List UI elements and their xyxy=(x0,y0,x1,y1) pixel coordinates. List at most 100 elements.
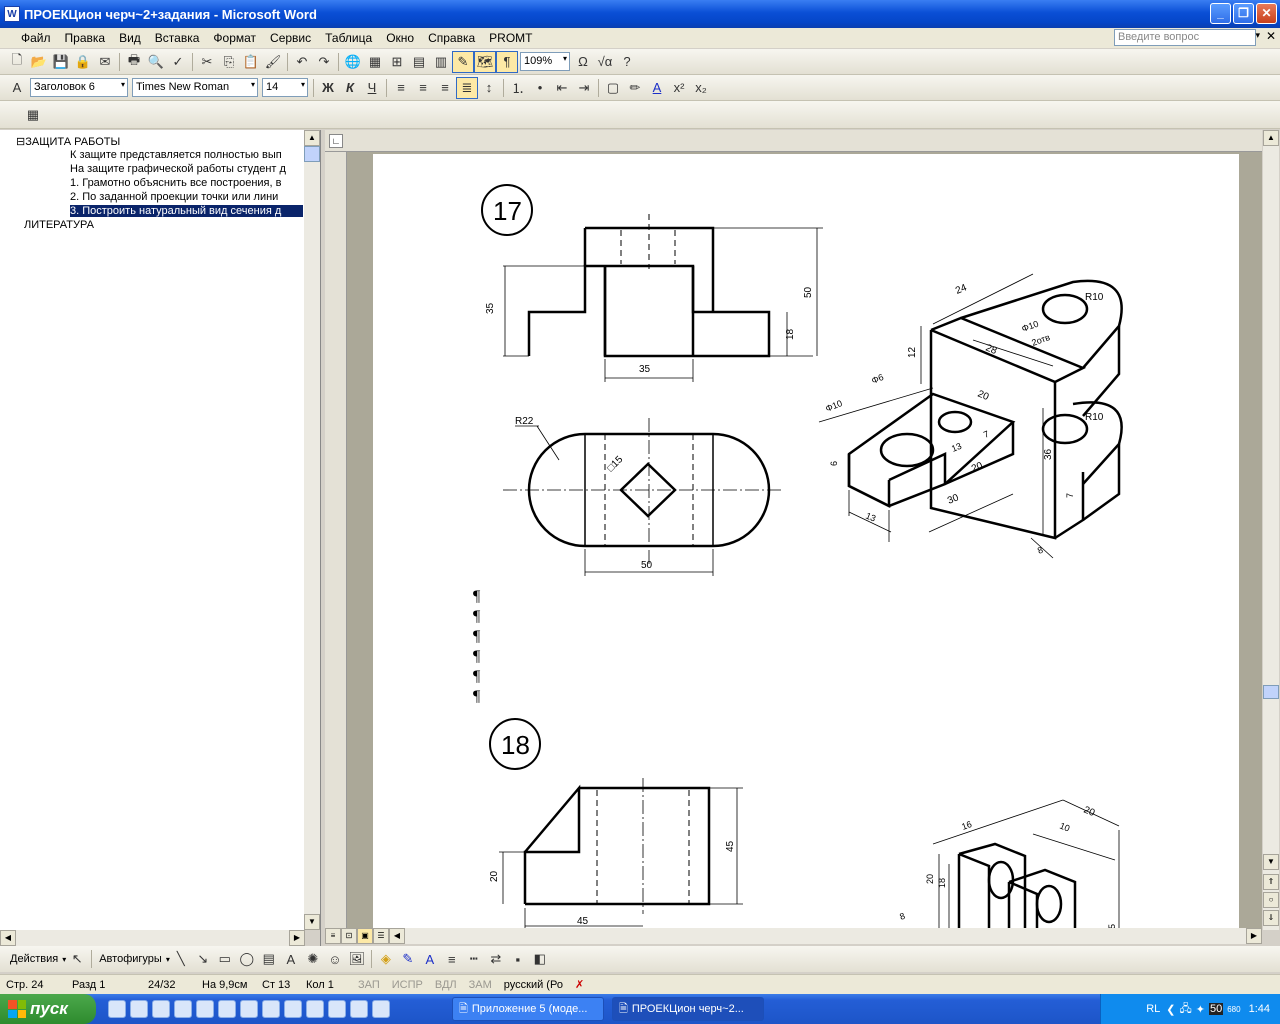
print-icon[interactable]: 🖶 xyxy=(123,51,145,73)
borders-icon[interactable]: ▢ xyxy=(602,77,624,99)
redo-icon[interactable]: ↷ xyxy=(313,51,335,73)
quicklaunch-app-icon[interactable] xyxy=(262,1000,280,1018)
equation-icon[interactable]: √α xyxy=(594,51,616,73)
decrease-indent-icon[interactable]: ⇤ xyxy=(551,77,573,99)
internet-explorer-icon[interactable] xyxy=(196,1000,214,1018)
columns-icon[interactable]: ▥ xyxy=(430,51,452,73)
tray-tool-icon[interactable]: ✦ xyxy=(1196,1003,1205,1016)
hyperlink-icon[interactable]: 🌐 xyxy=(342,51,364,73)
textbox-icon[interactable]: ▤ xyxy=(258,948,280,970)
subscript-icon[interactable]: x₂ xyxy=(690,77,712,99)
web-view-icon[interactable]: ⊡ xyxy=(341,928,357,944)
docmap-item[interactable]: К защите представляется полностью вып xyxy=(70,149,303,161)
paragraph-mark[interactable]: ¶ xyxy=(473,628,480,646)
undo-icon[interactable]: ↶ xyxy=(291,51,313,73)
docmap-horizontal-scrollbar[interactable]: ◀ ▶ xyxy=(0,930,305,946)
bullets-icon[interactable]: • xyxy=(529,77,551,99)
menu-view[interactable]: Вид xyxy=(112,31,148,45)
quicklaunch-app-icon[interactable] xyxy=(240,1000,258,1018)
new-document-icon[interactable]: 🗋 xyxy=(6,51,28,73)
quicklaunch-app-icon[interactable] xyxy=(152,1000,170,1018)
insert-table-icon[interactable]: ⊞ xyxy=(386,51,408,73)
paragraph-mark[interactable]: ¶ xyxy=(473,648,480,666)
omega-symbol-icon[interactable]: Ω xyxy=(572,51,594,73)
maximize-button[interactable]: ❐ xyxy=(1233,3,1254,24)
shadow-icon[interactable]: ▪ xyxy=(507,948,529,970)
paragraph-mark[interactable]: ¶ xyxy=(473,668,480,686)
tab-stop-selector-icon[interactable]: ∟ xyxy=(329,134,343,148)
3d-icon[interactable]: ◧ xyxy=(529,948,551,970)
styles-formatting-icon[interactable]: A xyxy=(6,77,28,99)
increase-indent-icon[interactable]: ⇥ xyxy=(573,77,595,99)
paragraph-mark[interactable]: ¶ xyxy=(473,608,480,626)
align-center-icon[interactable]: ≡ xyxy=(412,77,434,99)
superscript-icon[interactable]: x² xyxy=(668,77,690,99)
start-button[interactable]: пуск xyxy=(0,994,96,1024)
scroll-right-icon[interactable]: ▶ xyxy=(289,930,305,946)
menu-insert[interactable]: Вставка xyxy=(148,31,207,45)
document-page[interactable]: 17 35 50 18 35 R22 □15 50 24 12 28 R10 Φ… xyxy=(373,154,1239,934)
line-color-icon[interactable]: ✎ xyxy=(397,948,419,970)
font-color-icon[interactable]: A xyxy=(646,77,668,99)
normal-view-icon[interactable]: ≡ xyxy=(325,928,341,944)
tray-mini-counter[interactable]: 680 xyxy=(1227,1005,1240,1014)
next-page-icon[interactable]: ⇓ xyxy=(1263,910,1279,926)
paragraph-mark[interactable]: ¶ xyxy=(473,688,480,706)
autoshapes-menu[interactable]: Автофигуры xyxy=(95,953,166,965)
select-objects-icon[interactable]: ↖ xyxy=(66,948,88,970)
menu-format[interactable]: Формат xyxy=(206,31,263,45)
rectangle-icon[interactable]: ▭ xyxy=(214,948,236,970)
clock[interactable]: 1:44 xyxy=(1249,1003,1270,1015)
quicklaunch-app-icon[interactable] xyxy=(306,1000,324,1018)
spelling-status-icon[interactable]: ✗ xyxy=(569,978,590,991)
open-folder-icon[interactable]: 📂 xyxy=(28,51,50,73)
arrow-style-icon[interactable]: ⇄ xyxy=(485,948,507,970)
tray-expand-icon[interactable]: ❮ xyxy=(1166,1003,1175,1016)
browse-object-icon[interactable]: ○ xyxy=(1263,892,1279,908)
font-select[interactable]: Times New Roman ▾ xyxy=(132,78,258,97)
permission-icon[interactable]: 🔒 xyxy=(72,51,94,73)
quicklaunch-app-icon[interactable] xyxy=(130,1000,148,1018)
line-style-icon[interactable]: ≡ xyxy=(441,948,463,970)
menu-window[interactable]: Окно xyxy=(379,31,421,45)
tray-language[interactable]: RL xyxy=(1146,1003,1160,1015)
minimize-button[interactable]: _ xyxy=(1210,3,1231,24)
menu-table[interactable]: Таблица xyxy=(318,31,379,45)
horizontal-ruler[interactable]: ∟ xyxy=(325,130,1262,152)
status-language[interactable]: русский (Ро xyxy=(498,979,569,991)
docmap-item[interactable]: 2. По заданной проекции точки или лини xyxy=(70,191,303,203)
dash-style-icon[interactable]: ┅ xyxy=(463,948,485,970)
text-color-icon[interactable]: A xyxy=(419,948,441,970)
save-icon[interactable]: 💾 xyxy=(50,51,72,73)
word-quicklaunch-icon[interactable] xyxy=(284,1000,302,1018)
previous-page-icon[interactable]: ⇑ xyxy=(1263,874,1279,890)
diagram-icon[interactable]: ✺ xyxy=(302,948,324,970)
docmap-item-selected[interactable]: 3. Построить натуральный вид сечения д xyxy=(70,205,303,217)
menu-edit[interactable]: Правка xyxy=(58,31,113,45)
bold-button[interactable]: Ж xyxy=(317,77,339,99)
email-icon[interactable]: ✉ xyxy=(94,51,116,73)
taskbar-item-appendix[interactable]: 🗎 Приложение 5 (моде... xyxy=(452,997,604,1021)
chart-icon[interactable]: ▦ xyxy=(22,104,44,126)
scroll-down-icon[interactable]: ▼ xyxy=(304,914,320,930)
docmap-vertical-scrollbar[interactable]: ▲ ▼ xyxy=(304,130,320,930)
ask-question-input[interactable]: Введите вопрос xyxy=(1114,29,1256,46)
paragraph-mark[interactable]: ¶ xyxy=(473,588,480,606)
scroll-down-icon[interactable]: ▼ xyxy=(1263,854,1279,870)
quicklaunch-app-icon[interactable] xyxy=(372,1000,390,1018)
picture-icon[interactable]: 🖼 xyxy=(346,948,368,970)
status-trk[interactable]: ИСПР xyxy=(386,979,429,991)
status-ovr[interactable]: ЗАМ xyxy=(463,979,498,991)
print-layout-view-icon[interactable]: ▣ xyxy=(357,928,373,944)
menu-promt[interactable]: PROMT xyxy=(482,31,539,45)
zoom-select[interactable]: 109% ▾ xyxy=(520,52,570,71)
quicklaunch-app-icon[interactable] xyxy=(218,1000,236,1018)
align-right-icon[interactable]: ≡ xyxy=(434,77,456,99)
tray-counter[interactable]: 50 xyxy=(1208,1003,1224,1015)
paste-icon[interactable]: 📋 xyxy=(240,51,262,73)
scroll-right-icon[interactable]: ▶ xyxy=(1246,928,1262,944)
format-painter-icon[interactable]: 🖌 xyxy=(262,51,284,73)
underline-button[interactable]: Ч xyxy=(361,77,383,99)
copy-icon[interactable]: ⎘ xyxy=(218,51,240,73)
taskbar-item-projection[interactable]: 🗎 ПРОЕКЦион черч~2... xyxy=(612,997,764,1021)
